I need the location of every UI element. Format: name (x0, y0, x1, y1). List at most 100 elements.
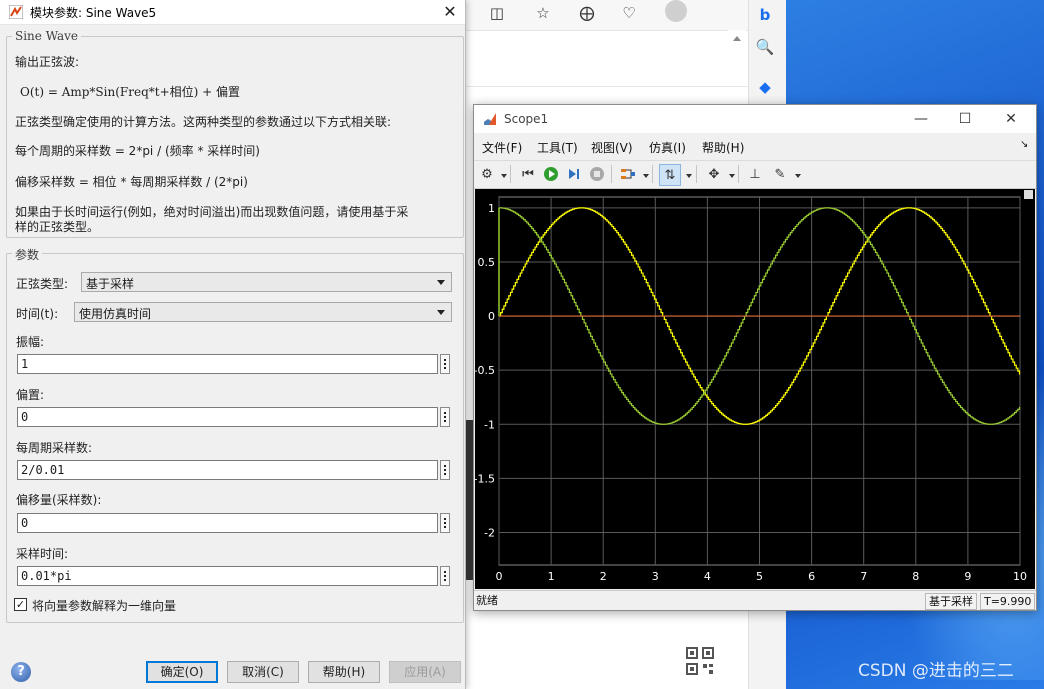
chevron-down-icon[interactable] (686, 174, 692, 178)
x-tick-label: 0 (496, 570, 503, 583)
x-tick-label: 4 (704, 570, 711, 583)
y-tick-label: 1 (488, 202, 495, 215)
cancel-button[interactable]: 取消(C) (227, 661, 299, 683)
zoom-fit-icon[interactable]: ✥ (704, 164, 724, 184)
stop-icon[interactable] (587, 164, 607, 184)
chevron-down-icon (437, 310, 445, 315)
scope-plot-area[interactable]: 0 1 2 3 4 5 6 7 8 9 10 1 0.5 0 -0.5 -1 -1.5 -2 (474, 189, 1035, 589)
step-back-icon[interactable]: ⏮ (518, 164, 538, 184)
bias-label: 偏置: (16, 388, 45, 402)
scope-chart[interactable]: 0 1 2 3 4 5 6 7 8 9 10 1 0.5 0 -0.5 -1 -1.5 -2 (474, 189, 1035, 589)
maximize-icon[interactable]: ☐ (952, 109, 978, 129)
run-icon[interactable] (541, 164, 561, 184)
bias-value: 0 (21, 410, 29, 424)
sample-time-label: 采样时间: (16, 547, 69, 561)
sine-type-dropdown[interactable]: 基于采样 (81, 272, 452, 292)
bing-copilot-icon[interactable]: b (753, 4, 777, 26)
search-icon[interactable]: 🔍 (753, 36, 777, 58)
sine-type-value: 基于采样 (86, 277, 135, 291)
amplitude-value: 1 (21, 357, 29, 371)
browser-essentials-icon[interactable]: ♡ (617, 2, 641, 24)
samples-per-period-input[interactable]: 2/0.01 (17, 460, 438, 480)
help-icon[interactable]: ? (11, 662, 31, 682)
block-group-title: Sine Wave (12, 29, 82, 43)
samples-more-button[interactable] (440, 460, 450, 480)
x-tick-label: 9 (964, 570, 971, 583)
amplitude-more-button[interactable] (440, 354, 450, 374)
cursor-measure-icon[interactable]: ⇅ (659, 164, 681, 186)
vector-params-checkbox[interactable]: ✓ (14, 598, 27, 611)
time-dropdown[interactable]: 使用仿真时间 (74, 302, 452, 322)
collections-icon[interactable]: ⨁ (575, 2, 599, 24)
samples-per-period-value: 2/0.01 (21, 463, 65, 477)
matlab-logo-icon (484, 113, 496, 125)
vector-params-label: 将向量参数解释为一维向量 (32, 599, 177, 613)
chevron-down-icon[interactable] (729, 174, 735, 178)
close-icon[interactable]: ✕ (440, 2, 460, 22)
scope-title: Scope1 (504, 112, 549, 126)
dialog-titlebar[interactable]: 模块参数: Sine Wave5 ✕ (0, 0, 465, 25)
description-line: 每个周期的采样数 = 2*pi / (频率 * 采样时间) (15, 144, 260, 158)
offset-input[interactable]: 0 (17, 513, 438, 533)
y-tick-label: -1 (484, 418, 495, 431)
time-value: 使用仿真时间 (79, 307, 152, 321)
sample-time-more-button[interactable] (440, 566, 450, 586)
offset-more-button[interactable] (440, 513, 450, 533)
undock-plot-icon[interactable] (1024, 190, 1033, 199)
profile-avatar-icon[interactable] (665, 0, 687, 22)
chevron-down-icon (437, 280, 445, 285)
description-line: 正弦类型确定使用的计算方法。这两种类型的参数通过以下方式相关联: (15, 115, 392, 129)
description-line: 偏移采样数 = 相位 * 每周期采样数 / (2*pi) (15, 175, 248, 189)
split-screen-icon[interactable]: ◫ (485, 2, 509, 24)
dialog-title: 模块参数: Sine Wave5 (30, 6, 157, 20)
menu-help[interactable]: 帮助(H) (702, 139, 744, 156)
amplitude-label: 振幅: (16, 335, 45, 349)
menu-view[interactable]: 视图(V) (591, 139, 633, 156)
scope-titlebar[interactable]: Scope1 — ☐ ✕ (474, 105, 1036, 133)
bias-more-button[interactable] (440, 407, 450, 427)
y-tick-label: 0.5 (478, 256, 496, 269)
x-tick-label: 2 (600, 570, 607, 583)
help-button[interactable]: 帮助(H) (308, 661, 380, 683)
sample-time-input[interactable]: 0.01*pi (17, 566, 438, 586)
x-tick-label: 6 (808, 570, 815, 583)
block-parameters-dialog: 模块参数: Sine Wave5 ✕ Sine Wave 输出正弦波: O(t)… (0, 0, 466, 689)
favorites-icon[interactable]: ☆ (531, 2, 555, 24)
status-time: T=9.990 (980, 593, 1036, 610)
y-tick-label: -0.5 (475, 364, 495, 377)
amplitude-input[interactable]: 1 (17, 354, 438, 374)
page-content-strip (465, 86, 748, 103)
x-tick-label: 1 (548, 570, 555, 583)
x-tick-label: 10 (1013, 570, 1027, 583)
highlight-icon[interactable]: ✎ (770, 164, 790, 184)
status-mode: 基于采样 (925, 593, 977, 610)
undock-icon[interactable]: ↘ (1020, 139, 1028, 150)
signal-selector-icon[interactable] (618, 164, 638, 184)
ok-button[interactable]: 确定(O) (146, 661, 218, 683)
menu-tools[interactable]: 工具(T) (537, 139, 578, 156)
description-line: 样的正弦类型。 (15, 220, 100, 234)
scope-toolbar: ⚙ ⏮ ⇅ ✥ ⊥ ✎ (474, 160, 1036, 189)
autoscale-icon[interactable]: ⊥ (745, 164, 765, 184)
qr-code-icon[interactable] (686, 647, 714, 675)
apply-button[interactable]: 应用(A) (389, 661, 461, 683)
chevron-down-icon[interactable] (643, 174, 649, 178)
chevron-down-icon[interactable] (501, 174, 507, 178)
csdn-watermark: CSDN @进击的三二 (858, 661, 1014, 681)
x-tick-label: 8 (912, 570, 919, 583)
scope-menubar: 文件(F) 工具(T) 视图(V) 仿真(I) 帮助(H) ↘ (474, 135, 1036, 157)
settings-gear-icon[interactable]: ⚙ (477, 164, 497, 184)
shopping-tag-icon[interactable]: ◆ (753, 76, 777, 98)
bias-input[interactable]: 0 (17, 407, 438, 427)
scope-statusbar: 就绪 基于采样 T=9.990 (474, 590, 1036, 611)
menu-simulation[interactable]: 仿真(I) (649, 139, 686, 156)
time-label: 时间(t): (16, 307, 59, 321)
samples-per-period-label: 每周期采样数: (16, 441, 93, 455)
close-icon[interactable]: ✕ (998, 109, 1024, 129)
step-forward-icon[interactable] (564, 164, 584, 184)
x-tick-label: 3 (652, 570, 659, 583)
chevron-down-icon[interactable] (795, 174, 801, 178)
menu-file[interactable]: 文件(F) (482, 139, 522, 156)
minimize-icon[interactable]: — (908, 109, 934, 129)
description-line: 输出正弦波: (15, 55, 80, 69)
